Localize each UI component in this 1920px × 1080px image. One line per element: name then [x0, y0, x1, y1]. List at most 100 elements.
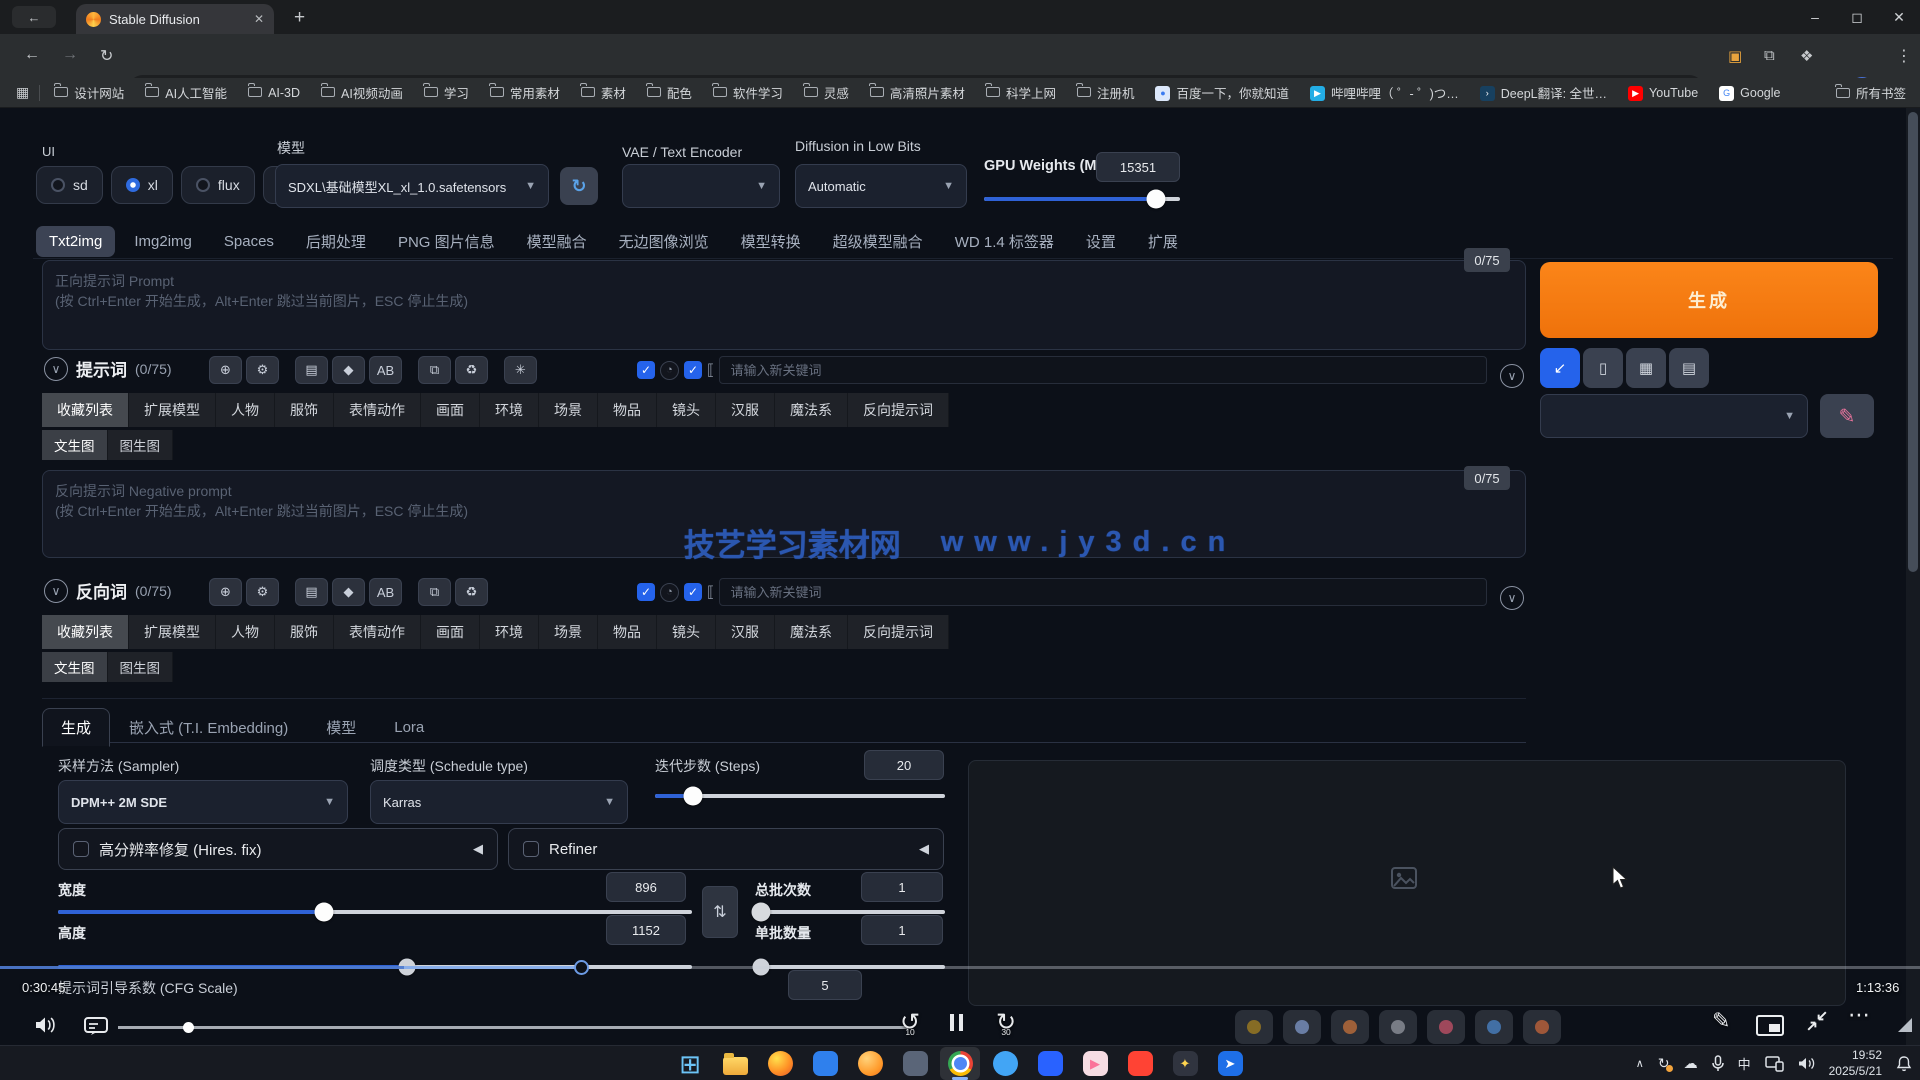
app-blue[interactable] — [805, 1047, 845, 1080]
player-shortcut[interactable] — [1283, 1010, 1321, 1044]
bookmark-item[interactable]: 学习 — [424, 83, 469, 102]
taskbar-clock[interactable]: 19:52 2025/5/21 — [1829, 1048, 1882, 1079]
refiner-accordion[interactable]: Refiner ◀ — [508, 828, 944, 870]
batch-count-slider[interactable] — [755, 910, 945, 914]
category-tab[interactable]: 扩展模型 — [129, 393, 216, 427]
expand-chevron-icon[interactable]: ∨ — [1500, 364, 1524, 388]
swap-dimensions-button[interactable]: ⇅ — [702, 886, 738, 938]
generation-tab[interactable]: Lora — [375, 710, 443, 745]
translate-icon[interactable]: AB — [369, 578, 402, 606]
checkbox-checked-icon[interactable]: ✓ — [637, 583, 655, 601]
generation-tab[interactable]: 生成 — [42, 708, 110, 747]
translate-icon[interactable]: AB — [369, 356, 402, 384]
gpu-weights-input[interactable]: 15351 — [1096, 152, 1180, 182]
trash-icon[interactable]: ♻ — [455, 356, 488, 384]
bookmark-item[interactable]: 软件学习 — [713, 83, 783, 102]
tray-chevron-icon[interactable]: ∧ — [1636, 1057, 1644, 1070]
browser-tab[interactable]: Stable Diffusion ✕ — [76, 4, 274, 34]
bookmark-item[interactable]: 常用素材 — [490, 83, 560, 102]
expand-chevron-icon[interactable]: ∨ — [1500, 586, 1524, 610]
globe-icon[interactable]: ⊕ — [209, 578, 242, 606]
bookmark-icon[interactable]: ◆ — [332, 356, 365, 384]
player-shortcut[interactable] — [1235, 1010, 1273, 1044]
tab-close-icon[interactable]: ✕ — [254, 12, 264, 26]
subtab[interactable]: 文生图 — [42, 430, 108, 460]
onedrive-cloud-icon[interactable]: ☁ — [1684, 1055, 1698, 1072]
bookmark-item[interactable]: 素材 — [581, 83, 626, 102]
category-tab[interactable]: 汉服 — [716, 393, 775, 427]
app-red[interactable] — [1120, 1047, 1160, 1080]
category-tab[interactable]: 汉服 — [716, 615, 775, 649]
sampler-select[interactable]: DPM++ 2M SDE ▼ — [58, 780, 348, 824]
notification-bell-icon[interactable] — [1896, 1055, 1912, 1072]
generate-button[interactable]: 生成 — [1540, 262, 1878, 338]
cfg-input[interactable]: 5 — [788, 970, 862, 1000]
scrollbar-track[interactable] — [1906, 108, 1920, 1045]
category-tab[interactable]: 物品 — [598, 615, 657, 649]
window-minimize-button[interactable]: – — [1794, 2, 1836, 32]
speaker-icon[interactable] — [1798, 1056, 1815, 1071]
history-clock-icon[interactable]: ◔ — [660, 361, 679, 380]
lowbits-select[interactable]: Automatic ▼ — [795, 164, 967, 208]
main-tab[interactable]: 扩展 — [1135, 224, 1191, 259]
subtab[interactable]: 图生图 — [108, 652, 174, 682]
apps-grid-icon[interactable]: ▦ — [16, 84, 29, 101]
category-tab[interactable]: 表情动作 — [334, 393, 421, 427]
category-tab[interactable]: 物品 — [598, 393, 657, 427]
category-tab[interactable]: 镜头 — [657, 393, 716, 427]
checkbox-checked-icon[interactable]: ✓ — [637, 361, 655, 379]
pause-icon[interactable] — [950, 1014, 963, 1031]
category-tab[interactable]: 反向提示词 — [848, 393, 949, 427]
more-options-icon[interactable]: ⋯ — [1848, 1002, 1871, 1028]
category-tab[interactable]: 环境 — [480, 615, 539, 649]
file-explorer[interactable] — [715, 1047, 755, 1080]
category-tab[interactable]: 反向提示词 — [848, 615, 949, 649]
bookmark-item[interactable]: 设计网站 — [54, 83, 124, 102]
category-tab[interactable]: 服饰 — [275, 393, 334, 427]
main-tab[interactable]: Txt2img — [36, 226, 115, 257]
player-shortcut[interactable] — [1523, 1010, 1561, 1044]
main-tab[interactable]: WD 1.4 标签器 — [942, 224, 1067, 259]
collapse-triangle-icon[interactable]: ◀ — [919, 841, 929, 857]
bookmark-item[interactable]: AI-3D — [248, 86, 300, 100]
height-input[interactable]: 1152 — [606, 915, 686, 945]
bookmark-item[interactable]: 高清照片素材 — [870, 83, 965, 102]
video-seekbar-handle[interactable] — [574, 960, 589, 975]
globe-icon[interactable]: ⊕ — [209, 356, 242, 384]
note-icon[interactable]: ▤ — [295, 578, 328, 606]
main-tab[interactable]: 超级模型融合 — [820, 224, 936, 259]
sync-icon[interactable]: ↻ — [1658, 1055, 1670, 1072]
category-tab[interactable]: 扩展模型 — [129, 615, 216, 649]
rewind-10-icon[interactable]: ↺10 — [900, 1008, 920, 1037]
collapse-chevron-icon[interactable]: ∨ — [44, 357, 68, 381]
ui-mode-radio[interactable]: sd — [36, 166, 103, 204]
window-close-button[interactable]: ✕ — [1878, 2, 1920, 32]
main-tab[interactable]: Img2img — [121, 226, 205, 257]
forward-30-icon[interactable]: ↻30 — [996, 1008, 1016, 1037]
collapse-chevron-icon[interactable]: ∨ — [44, 579, 68, 603]
app-lightblue[interactable] — [985, 1047, 1025, 1080]
new-tab-button[interactable]: + — [288, 6, 311, 30]
tabs-group-icon[interactable]: ⧉ — [1764, 47, 1775, 64]
send-arrow-button[interactable]: ↙ — [1540, 348, 1580, 388]
category-tab[interactable]: 场景 — [539, 393, 598, 427]
firefox[interactable] — [760, 1047, 800, 1080]
main-tab[interactable]: 模型融合 — [514, 224, 600, 259]
category-tab[interactable]: 人物 — [216, 615, 275, 649]
bookmark-item[interactable]: ▶ YouTube — [1628, 85, 1698, 101]
subtab[interactable]: 图生图 — [108, 430, 174, 460]
vae-select[interactable]: ▼ — [622, 164, 780, 208]
category-tab[interactable]: 人物 — [216, 393, 275, 427]
clipboard-button[interactable]: ▯ — [1583, 348, 1623, 388]
app-dark[interactable]: ✦ — [1165, 1047, 1205, 1080]
extension-icon[interactable]: ▣ — [1728, 47, 1742, 65]
checkbox-unchecked-icon[interactable] — [73, 841, 89, 857]
model-refresh-button[interactable]: ↻ — [560, 167, 598, 205]
steps-input[interactable]: 20 — [864, 750, 944, 780]
pip-icon[interactable] — [1756, 1015, 1784, 1036]
bookmark-item[interactable]: › DeepL翻译: 全世… — [1480, 83, 1607, 102]
app-orange[interactable] — [850, 1047, 890, 1080]
category-tab[interactable]: 服饰 — [275, 615, 334, 649]
ui-mode-radio[interactable]: xl — [111, 166, 173, 204]
batch-size-input[interactable]: 1 — [861, 915, 943, 945]
